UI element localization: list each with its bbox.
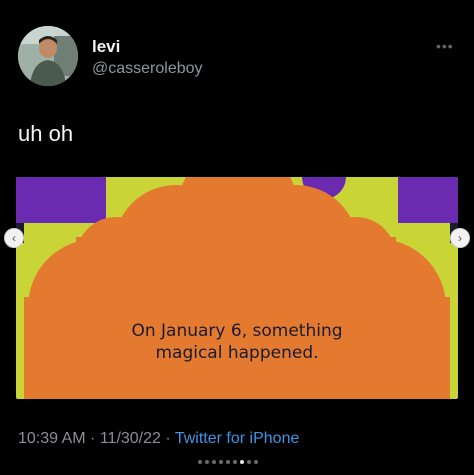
- carousel-dot[interactable]: [233, 460, 237, 464]
- profile-photo-icon: [18, 26, 78, 86]
- carousel-dot[interactable]: [240, 460, 244, 464]
- meta-separator: ·: [160, 430, 175, 447]
- avatar[interactable]: [18, 26, 78, 86]
- carousel-dot[interactable]: [254, 460, 258, 464]
- tweet-meta: 10:39 AM · 11/30/22 · Twitter for iPhone: [18, 430, 299, 448]
- carousel-dot[interactable]: [198, 460, 202, 464]
- media-caption-line2: magical happened.: [155, 343, 319, 363]
- chevron-right-icon[interactable]: ›: [450, 228, 470, 248]
- author-name[interactable]: levi: [92, 37, 120, 57]
- tweet-text: uh oh: [18, 121, 74, 146]
- more-dots-icon[interactable]: •••: [436, 38, 454, 54]
- media-artwork: [16, 177, 458, 399]
- author-handle[interactable]: @casseroleboy: [92, 60, 203, 78]
- carousel-dot[interactable]: [212, 460, 216, 464]
- tweet-media-image[interactable]: On January 6, something magical happened…: [16, 177, 458, 399]
- carousel-dot[interactable]: [247, 460, 251, 464]
- tweet-source[interactable]: Twitter for iPhone: [175, 430, 300, 447]
- carousel-dot[interactable]: [226, 460, 230, 464]
- media-caption: On January 6, something magical happened…: [16, 320, 458, 364]
- chevron-left-icon[interactable]: ‹: [4, 228, 24, 248]
- tweet-date[interactable]: 11/30/22: [100, 430, 161, 447]
- carousel-dot[interactable]: [219, 460, 223, 464]
- carousel-dot[interactable]: [205, 460, 209, 464]
- carousel-dots: [198, 460, 258, 464]
- media-caption-line1: On January 6, something: [131, 321, 343, 341]
- tweet-time[interactable]: 10:39 AM: [18, 430, 86, 447]
- meta-separator: ·: [85, 430, 100, 447]
